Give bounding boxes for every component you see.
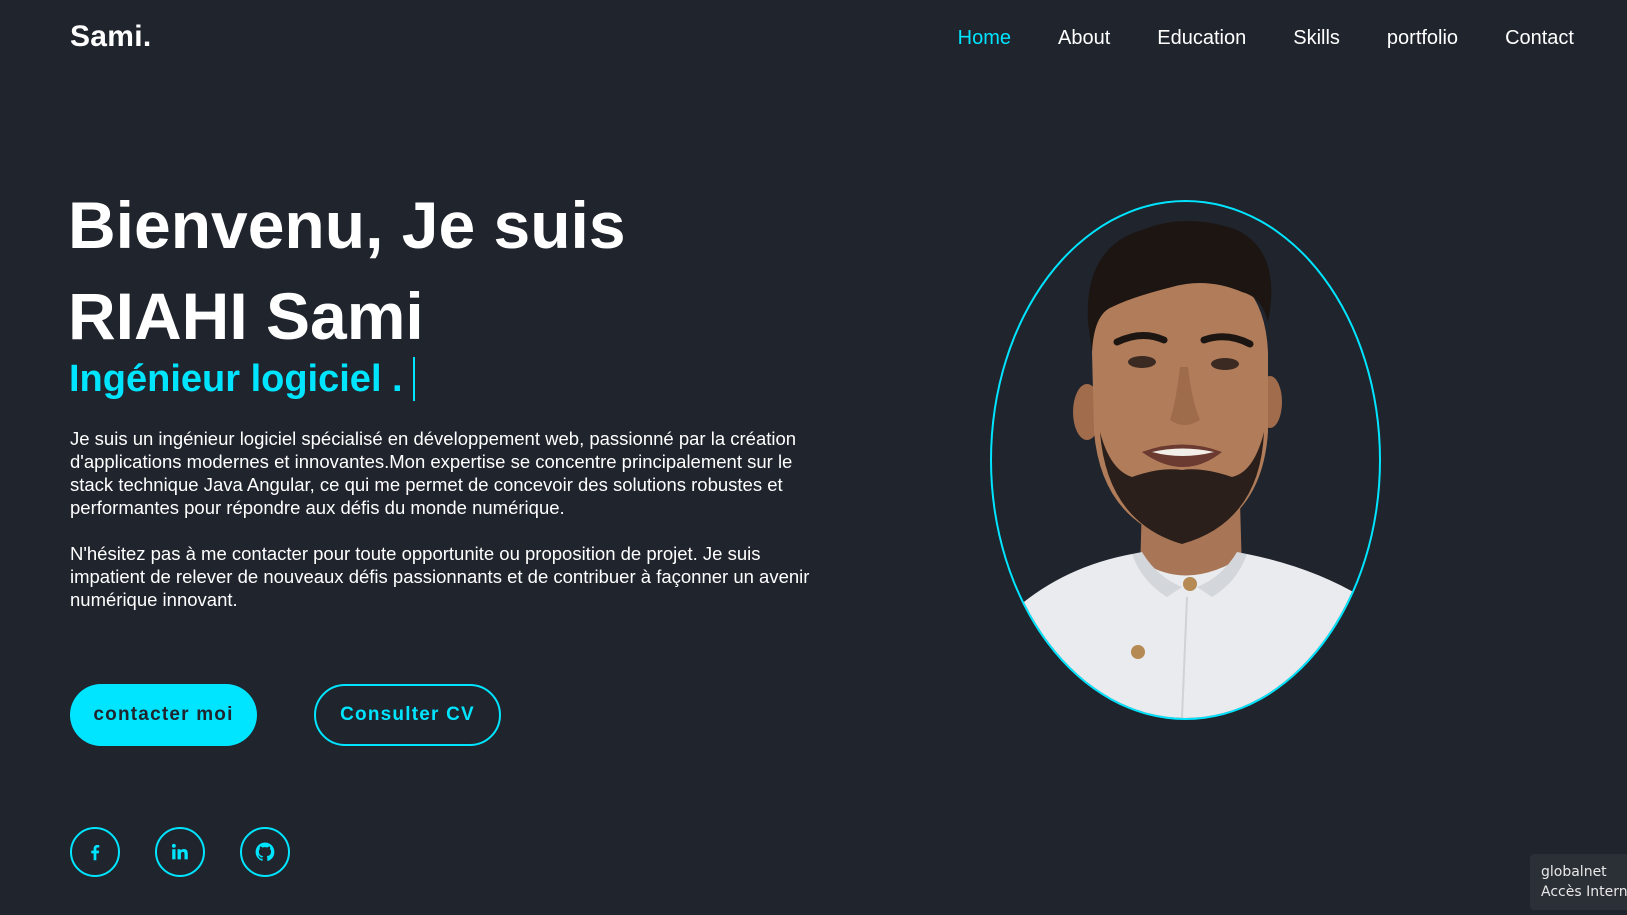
hero-role-text: Ingénieur logiciel . — [69, 357, 403, 400]
hero-paragraph-1: Je suis un ingénieur logiciel spécialisé… — [70, 428, 797, 518]
page: Sami. Home About Education Skills portfo… — [0, 0, 1627, 915]
nav-portfolio[interactable]: portfolio — [1387, 24, 1458, 52]
hero-role: Ingénieur logiciel . — [69, 355, 415, 403]
contact-me-button[interactable]: contacter moi — [70, 684, 257, 746]
notification-title: globalnet — [1541, 864, 1607, 880]
nav-education[interactable]: Education — [1157, 24, 1246, 52]
typing-caret — [412, 357, 415, 401]
facebook-icon[interactable] — [70, 827, 120, 877]
nav-skills[interactable]: Skills — [1293, 24, 1340, 52]
notification-subtitle: Accès Interne — [1541, 884, 1627, 900]
main-nav: Home About Education Skills portfolio Co… — [911, 24, 1574, 52]
site-logo[interactable]: Sami. — [70, 20, 152, 54]
network-notification: globalnet Accès Interne — [1530, 854, 1627, 910]
linkedin-icon[interactable] — [155, 827, 205, 877]
profile-photo — [990, 200, 1381, 720]
view-cv-button[interactable]: Consulter CV — [314, 684, 501, 746]
hero-title-line2: RIAHI Sami — [68, 279, 424, 353]
hero-title: Bienvenu, Je suis RIAHI Sami — [68, 180, 828, 362]
hero-description: Je suis un ingénieur logiciel spécialisé… — [70, 427, 830, 634]
github-icon[interactable] — [240, 827, 290, 877]
nav-contact[interactable]: Contact — [1505, 24, 1574, 52]
nav-about[interactable]: About — [1058, 24, 1110, 52]
hero-title-line1: Bienvenu, Je suis — [68, 188, 626, 262]
nav-home[interactable]: Home — [958, 24, 1011, 52]
hero-paragraph-2: N'hésitez pas à me contacter pour toute … — [70, 543, 810, 610]
social-links — [70, 827, 325, 877]
